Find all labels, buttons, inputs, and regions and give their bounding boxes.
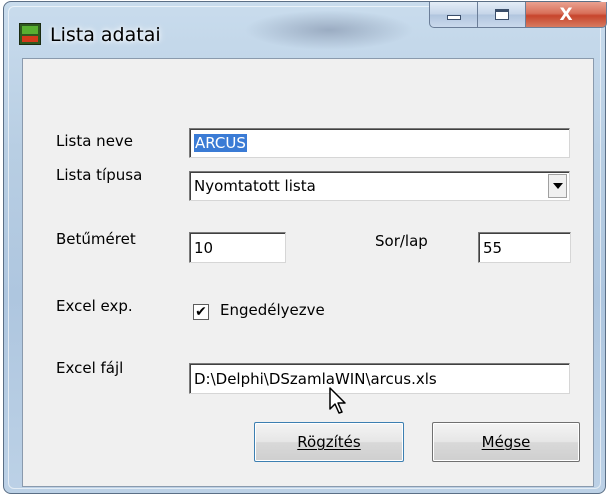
minimize-button[interactable] — [429, 2, 478, 28]
close-button[interactable]: X — [526, 2, 607, 28]
engedelyezve-label[interactable]: Engedélyezve — [220, 301, 325, 319]
sorlap-value: 55 — [483, 238, 503, 257]
lista-neve-input[interactable]: ARCUS — [189, 128, 570, 158]
betumeret-value: 10 — [194, 238, 214, 257]
betumeret-label: Betűméret — [56, 230, 136, 248]
lista-tipusa-select[interactable]: Nyomtatott lista — [189, 171, 570, 201]
sorlap-input[interactable]: 55 — [478, 232, 571, 263]
excel-exp-label: Excel exp. — [56, 297, 133, 315]
excel-fajl-label: Excel fájl — [56, 359, 124, 377]
dropdown-arrow-button[interactable] — [548, 174, 567, 198]
excel-fajl-value: D:\Delphi\DSzamlaWIN\arcus.xls — [194, 369, 437, 388]
mouse-cursor-icon — [329, 387, 346, 414]
dialog-window: Lista adatai X Lista neve ARCUS Lista tí… — [3, 1, 607, 494]
title-bar[interactable]: Lista adatai X — [4, 2, 607, 60]
maximize-button[interactable] — [478, 2, 526, 28]
lista-tipusa-label: Lista típusa — [56, 166, 143, 184]
check-icon: ✔ — [195, 304, 207, 320]
excel-fajl-input[interactable]: D:\Delphi\DSzamlaWIN\arcus.xls — [189, 363, 570, 394]
minimize-icon — [446, 15, 461, 20]
betumeret-input[interactable]: 10 — [189, 232, 286, 263]
dialog-client-area: Lista neve ARCUS Lista típusa Nyomtatott… — [22, 58, 594, 487]
window-title: Lista adatai — [50, 24, 161, 46]
close-icon: X — [559, 4, 573, 25]
sorlap-label: Sor/lap — [375, 232, 428, 250]
maximize-icon — [494, 9, 509, 20]
lista-neve-value: ARCUS — [194, 134, 247, 152]
lista-tipusa-value: Nyomtatott lista — [194, 177, 316, 195]
caption-buttons: X — [429, 2, 607, 28]
engedelyezve-checkbox[interactable]: ✔ — [193, 304, 209, 320]
rogzites-button[interactable]: Rögzítés — [254, 422, 404, 462]
chevron-down-icon — [552, 183, 563, 189]
lista-neve-label: Lista neve — [56, 132, 134, 150]
megse-button-label: Mégse — [481, 433, 531, 451]
app-icon[interactable] — [19, 23, 41, 45]
rogzites-button-label: Rögzítés — [297, 433, 361, 451]
megse-button[interactable]: Mégse — [432, 422, 580, 462]
